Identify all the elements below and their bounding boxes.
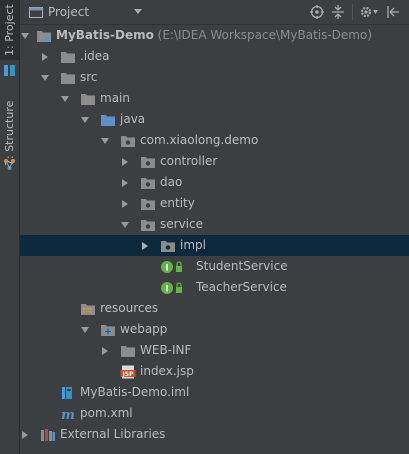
collapse-arrow-icon[interactable] <box>60 94 70 104</box>
tree-row-entity[interactable]: entity <box>20 193 409 214</box>
root-path: (E:\IDEA Workspace\MyBatis-Demo) <box>157 28 373 42</box>
resources-folder-icon <box>81 303 95 315</box>
tree-label-impl: impl <box>180 238 206 252</box>
expand-arrow-icon[interactable] <box>100 346 110 356</box>
interface-icon: I <box>161 260 182 273</box>
tree-label-dao: dao <box>160 175 183 189</box>
package-icon <box>141 156 155 168</box>
project-tool-tab[interactable]: 1: Project <box>0 0 19 60</box>
package-icon <box>141 177 155 189</box>
package-icon <box>121 135 135 147</box>
tree-row-pom[interactable]: m pom.xml <box>20 403 409 424</box>
expand-arrow-icon[interactable] <box>120 199 130 209</box>
root-module-label: MyBatis-Demo (E:\IDEA Workspace\MyBatis-… <box>56 25 372 46</box>
tree-row-student-service[interactable]: I StudentService <box>20 256 409 277</box>
tree-row-java[interactable]: java <box>20 109 409 130</box>
project-header: Project <box>20 0 409 25</box>
tree-row-index-jsp[interactable]: JSP index.jsp <box>20 361 409 382</box>
folder-icon <box>121 345 135 357</box>
expand-arrow-icon[interactable] <box>120 178 130 188</box>
folder-icon <box>81 93 95 105</box>
tree-label-external-libraries: External Libraries <box>60 427 166 441</box>
project-tree: MyBatis-Demo (E:\IDEA Workspace\MyBatis-… <box>20 25 409 454</box>
tree-label-webapp: webapp <box>120 322 168 336</box>
tree-label-service: service <box>160 217 203 231</box>
tree-row-idea[interactable]: .idea <box>20 46 409 67</box>
tree-label-student-service: StudentService <box>196 259 288 273</box>
tree-label-iml: MyBatis-Demo.iml <box>80 385 190 399</box>
package-icon <box>141 219 155 231</box>
tree-label-entity: entity <box>160 196 195 210</box>
tree-row-main[interactable]: main <box>20 88 409 109</box>
collapse-arrow-icon[interactable] <box>20 31 30 41</box>
root-name: MyBatis-Demo <box>56 28 154 42</box>
source-folder-icon <box>101 114 115 126</box>
tree-label-resources: resources <box>100 301 159 315</box>
interface-icon: I <box>161 281 182 294</box>
view-selector-label: Project <box>48 5 90 19</box>
project-folder-icon <box>29 7 43 18</box>
expand-arrow-icon[interactable] <box>20 430 30 440</box>
hide-icon[interactable] <box>386 5 400 19</box>
module-folder-icon <box>37 30 51 42</box>
tree-label-main: main <box>100 91 130 105</box>
svg-text:I: I <box>165 263 168 273</box>
tree-row-teacher-service[interactable]: I TeacherService <box>20 277 409 298</box>
target-icon[interactable] <box>310 5 324 19</box>
tree-row-package[interactable]: com.xiaolong.demo <box>20 130 409 151</box>
tree-row-web-inf[interactable]: WEB-INF <box>20 340 409 361</box>
tree-label-controller: controller <box>160 154 218 168</box>
tree-label-java: java <box>120 112 146 126</box>
tree-label-teacher-service: TeacherService <box>196 280 287 294</box>
tree-row-controller[interactable]: controller <box>20 151 409 172</box>
folder-icon <box>61 51 75 63</box>
collapse-arrow-icon[interactable] <box>40 73 50 83</box>
collapse-arrow-icon[interactable] <box>80 115 90 125</box>
tree-row-webapp[interactable]: webapp <box>20 319 409 340</box>
expand-arrow-icon[interactable] <box>140 241 150 251</box>
tree-row-resources[interactable]: resources <box>20 298 409 319</box>
folder-icon <box>61 72 75 84</box>
structure-view-icon[interactable] <box>3 158 16 171</box>
libraries-icon <box>41 428 55 441</box>
settings-icon[interactable] <box>359 5 379 19</box>
tree-row-dao[interactable]: dao <box>20 172 409 193</box>
tree-row-impl[interactable]: impl <box>20 235 409 256</box>
collapse-arrow-icon[interactable] <box>120 220 130 230</box>
tree-label-pom: pom.xml <box>80 406 133 420</box>
view-selector[interactable]: Project <box>29 4 143 20</box>
toolbar-separator <box>352 4 353 20</box>
expand-arrow-icon[interactable] <box>120 157 130 167</box>
tree-row-src[interactable]: src <box>20 67 409 88</box>
collapse-all-icon[interactable] <box>331 5 345 19</box>
tree-row-root[interactable]: MyBatis-Demo (E:\IDEA Workspace\MyBatis-… <box>20 25 409 46</box>
collapse-arrow-icon[interactable] <box>100 136 110 146</box>
package-icon <box>161 240 175 252</box>
project-view-icon[interactable] <box>3 64 16 77</box>
chevron-down-icon <box>134 9 143 14</box>
tree-label-package: com.xiaolong.demo <box>140 133 259 147</box>
svg-text:m: m <box>61 408 75 421</box>
svg-text:I: I <box>165 284 168 294</box>
tree-row-service[interactable]: service <box>20 214 409 235</box>
project-tab-label: 1: Project <box>3 4 16 56</box>
jsp-file-icon: JSP <box>120 365 136 378</box>
tree-row-iml[interactable]: MyBatis-Demo.iml <box>20 382 409 403</box>
tree-label-idea: .idea <box>80 49 110 63</box>
tree-label-index-jsp: index.jsp <box>140 364 194 378</box>
expand-arrow-icon[interactable] <box>40 52 50 62</box>
web-folder-icon <box>101 324 115 336</box>
tree-label-web-inf: WEB-INF <box>140 343 192 357</box>
tree-row-external-libraries[interactable]: External Libraries <box>20 424 409 445</box>
package-icon <box>141 198 155 210</box>
maven-file-icon: m <box>61 408 75 421</box>
iml-file-icon <box>62 386 72 399</box>
tree-label-src: src <box>80 70 98 84</box>
collapse-arrow-icon[interactable] <box>80 325 90 335</box>
tool-window-strip: 1: Project 7: Structure <box>0 0 20 454</box>
svg-text:JSP: JSP <box>122 371 135 378</box>
